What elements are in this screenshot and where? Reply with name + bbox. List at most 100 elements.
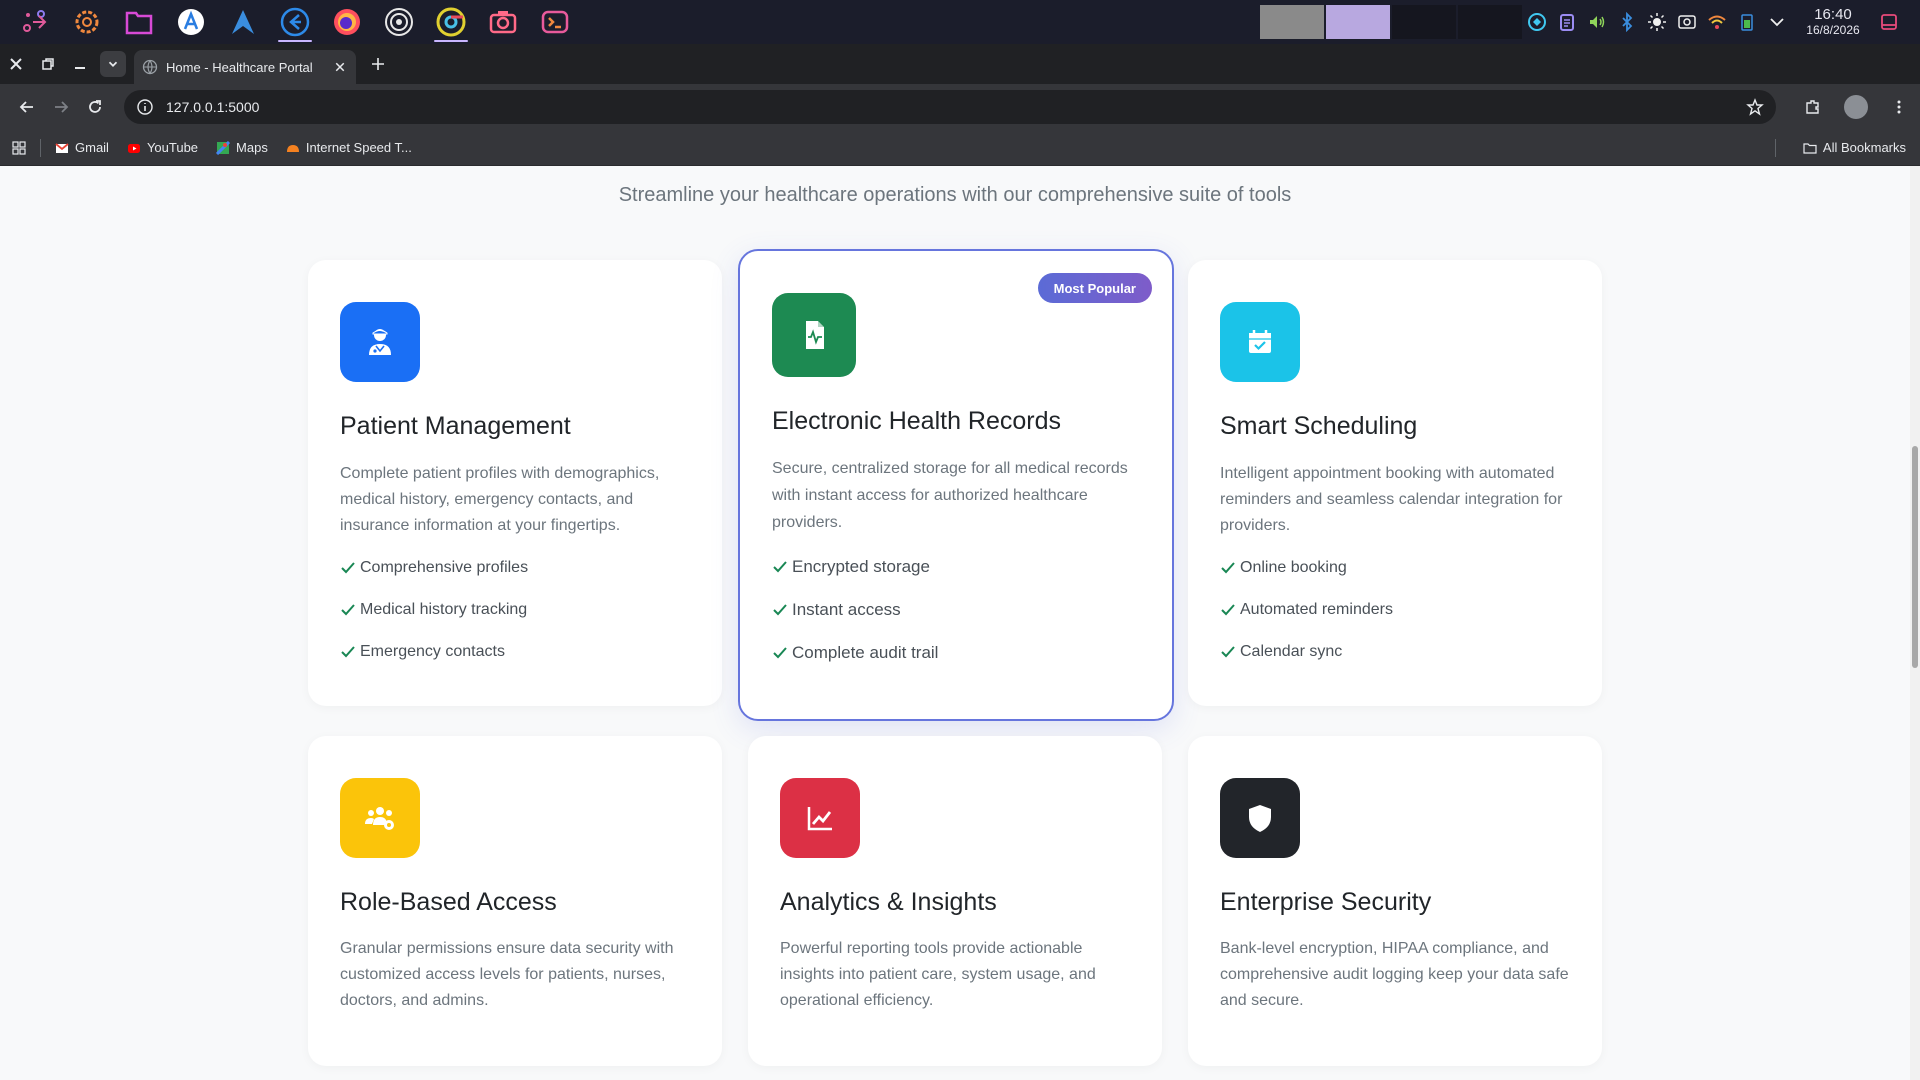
launcher-icon[interactable] xyxy=(14,2,56,42)
card-description: Secure, centralized storage for all medi… xyxy=(772,460,1128,531)
check-icon xyxy=(1221,646,1235,658)
doctor-icon xyxy=(340,302,420,382)
apps-grid-icon[interactable] xyxy=(12,140,26,155)
feature-item: Complete audit trail xyxy=(772,642,938,664)
screenshot-icon[interactable] xyxy=(482,2,524,42)
globe-icon xyxy=(142,59,158,75)
chart-line-icon xyxy=(780,778,860,858)
vpn-icon[interactable] xyxy=(1526,11,1548,33)
vscode-icon[interactable] xyxy=(274,2,316,42)
arch-icon[interactable] xyxy=(222,2,264,42)
bookmark-speedtest[interactable]: Internet Speed T... xyxy=(286,140,412,155)
wifi-icon[interactable] xyxy=(1706,11,1728,33)
bluetooth-icon[interactable] xyxy=(1616,11,1638,33)
page-scrollbar[interactable] xyxy=(1910,166,1920,1080)
volume-icon[interactable] xyxy=(1586,11,1608,33)
system-tray: 16:40 16/8/2026 xyxy=(1526,0,1920,44)
youtube-icon xyxy=(127,143,140,153)
address-bar[interactable]: 127.0.0.1:5000 xyxy=(124,90,1776,124)
os-taskbar: 16:40 16/8/2026 xyxy=(0,0,1920,44)
feature-text: Emergency contacts xyxy=(360,643,505,660)
folder-icon xyxy=(1803,142,1817,154)
window-thumb[interactable] xyxy=(1458,5,1522,39)
calendar-check-icon xyxy=(1220,302,1300,382)
window-thumb[interactable] xyxy=(1326,5,1390,39)
clipboard-icon[interactable] xyxy=(1556,11,1578,33)
check-icon xyxy=(341,604,355,616)
window-close-button[interactable] xyxy=(0,48,32,80)
tab-active[interactable]: Home - Healthcare Portal xyxy=(134,50,356,84)
feature-item: Online booking xyxy=(1220,557,1393,579)
feature-text: Comprehensive profiles xyxy=(360,559,529,576)
feature-text: Encrypted storage xyxy=(792,557,930,576)
maps-icon xyxy=(216,140,231,155)
feature-card-electronic-health-records: Most Popular Electronic Health Records S… xyxy=(738,249,1174,721)
bookmark-youtube[interactable]: YouTube xyxy=(127,140,198,155)
taskbar-apps xyxy=(0,2,576,42)
tab-search-button[interactable] xyxy=(100,51,126,77)
window-thumb[interactable] xyxy=(1392,5,1456,39)
extensions-icon[interactable] xyxy=(1796,90,1830,124)
terminal-icon[interactable] xyxy=(534,2,576,42)
tab-close-icon[interactable] xyxy=(332,59,348,75)
tab-title: Home - Healthcare Portal xyxy=(166,59,313,75)
profile-avatar[interactable] xyxy=(1844,95,1868,119)
check-icon xyxy=(773,561,787,573)
most-popular-badge: Most Popular xyxy=(1037,273,1152,303)
bookmarks-divider xyxy=(40,138,41,157)
gmail-icon xyxy=(55,142,69,153)
site-info-icon[interactable] xyxy=(136,98,154,116)
check-icon xyxy=(773,604,787,616)
back-button[interactable] xyxy=(10,90,44,124)
feature-text: Instant access xyxy=(792,600,901,619)
feature-card-patient-management: Patient Management Complete patient prof… xyxy=(308,260,722,706)
page-viewport: Streamline your healthcare operations wi… xyxy=(0,166,1920,1080)
chevron-down-icon[interactable] xyxy=(1766,11,1788,33)
feature-list: Online booking Automated reminders Calen… xyxy=(1220,557,1393,683)
feature-item: Calendar sync xyxy=(1220,641,1393,663)
bookmark-maps[interactable]: Maps xyxy=(216,140,268,155)
check-icon xyxy=(341,646,355,658)
bookmark-gmail[interactable]: Gmail xyxy=(55,140,109,155)
feature-list: Comprehensive profiles Medical history t… xyxy=(340,557,528,683)
card-description: Bank-level encryption, HIPAA compliance,… xyxy=(1220,940,1569,1009)
card-title: Analytics & Insights xyxy=(780,888,997,916)
scrollbar-thumb[interactable] xyxy=(1912,446,1918,668)
feature-text: Calendar sync xyxy=(1240,643,1343,660)
all-bookmarks-button[interactable]: All Bookmarks xyxy=(1803,140,1906,155)
screenshot-tray-icon[interactable] xyxy=(1676,11,1698,33)
brightness-icon[interactable] xyxy=(1646,11,1668,33)
window-minimize-button[interactable] xyxy=(64,48,96,80)
check-icon xyxy=(1221,562,1235,574)
clock[interactable]: 16:40 16/8/2026 xyxy=(1796,6,1870,38)
window-restore-button[interactable] xyxy=(32,48,64,80)
section-subtitle: Streamline your healthcare operations wi… xyxy=(618,184,1292,206)
forward-button[interactable] xyxy=(44,90,78,124)
window-thumb[interactable] xyxy=(1260,5,1324,39)
check-icon xyxy=(1221,604,1235,616)
clock-time: 16:40 xyxy=(1814,6,1852,23)
notifications-icon[interactable] xyxy=(1878,11,1900,33)
menu-icon[interactable] xyxy=(1882,90,1916,124)
new-tab-button[interactable] xyxy=(364,50,392,78)
bookmark-label: Internet Speed T... xyxy=(305,140,412,155)
bookmarks-bar: Gmail YouTube Maps Internet Speed T... A… xyxy=(0,130,1920,166)
users-gear-icon xyxy=(340,778,420,858)
settings-icon[interactable] xyxy=(66,2,108,42)
medical-file-icon xyxy=(772,293,856,377)
bookmark-label: Gmail xyxy=(75,140,109,155)
reload-button[interactable] xyxy=(78,90,112,124)
files-icon[interactable] xyxy=(118,2,160,42)
card-title: Enterprise Security xyxy=(1220,888,1432,916)
obs-icon[interactable] xyxy=(378,2,420,42)
url-text: 127.0.0.1:5000 xyxy=(166,99,260,115)
bookmark-star-icon[interactable] xyxy=(1746,98,1764,116)
app-store-icon[interactable] xyxy=(170,2,212,42)
battery-icon[interactable] xyxy=(1736,11,1758,33)
card-description: Intelligent appointment booking with aut… xyxy=(1220,465,1563,534)
bookmark-label: Maps xyxy=(236,140,268,155)
firefox-icon[interactable] xyxy=(326,2,368,42)
chrome-icon[interactable] xyxy=(430,2,472,42)
clock-date: 16/8/2026 xyxy=(1806,23,1860,37)
window-thumbnails xyxy=(1260,5,1522,39)
